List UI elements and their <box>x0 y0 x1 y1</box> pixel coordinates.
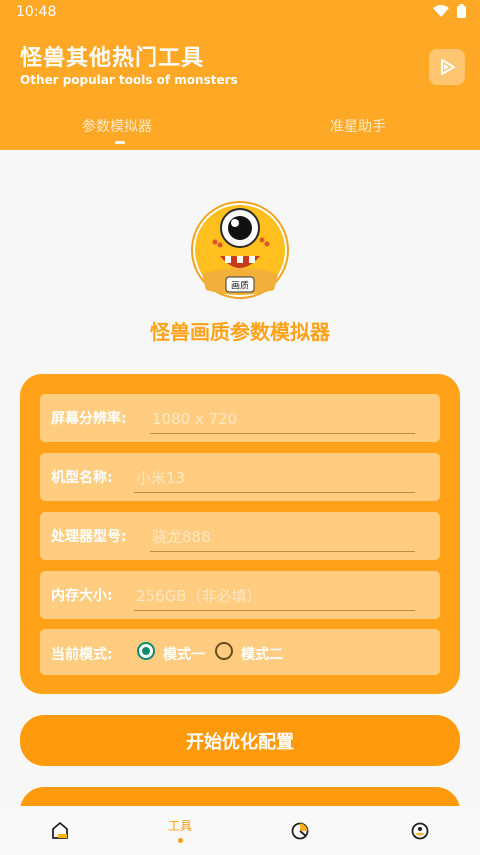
tab-crosshair-helper[interactable]: 准星助手 <box>330 116 386 136</box>
home-icon <box>52 821 68 839</box>
nav-item-profile[interactable] <box>360 806 480 855</box>
profile-icon <box>411 822 429 839</box>
mode-one-radio[interactable] <box>137 642 155 660</box>
processor-label: 处理器型号: <box>51 529 127 545</box>
resolution-label: 屏幕分辨率: <box>51 411 127 427</box>
model-label: 机型名称: <box>51 470 113 486</box>
logo-badge-text: 画质 <box>231 280 249 292</box>
tab-bar: 参数模拟器 准星助手 <box>0 110 480 150</box>
resolution-input[interactable] <box>150 404 415 434</box>
status-bar: 10:48 <box>0 0 480 26</box>
processor-input[interactable] <box>150 522 415 552</box>
mode-two-label[interactable]: 模式二 <box>241 644 283 664</box>
nav-item-stats[interactable] <box>240 806 360 855</box>
tab-indicator <box>115 141 125 144</box>
mode-one-label[interactable]: 模式一 <box>163 644 205 664</box>
resolution-field: 屏幕分辨率: <box>40 394 440 442</box>
settings-form-card: 屏幕分辨率: 机型名称: 处理器型号: 内存大小: 当前模式: 模式一 模式二 <box>20 374 460 694</box>
battery-icon <box>457 4 466 18</box>
wifi-icon <box>433 5 449 17</box>
nav-active-dot <box>177 837 183 843</box>
header: 10:48 怪兽其他热门工具 Other popular tools of mo… <box>0 0 480 150</box>
play-icon <box>441 59 455 75</box>
memory-field: 内存大小: <box>40 571 440 619</box>
status-icons <box>433 4 466 18</box>
mode-field: 当前模式: 模式一 模式二 <box>40 629 440 675</box>
bottom-nav: 工具 <box>0 806 480 855</box>
model-input[interactable] <box>134 463 415 493</box>
mode-two-radio[interactable] <box>215 642 233 660</box>
play-button[interactable] <box>429 49 465 85</box>
nav-item-home[interactable] <box>0 806 120 855</box>
nav-tools-label: 工具 <box>167 818 192 833</box>
model-field: 机型名称: <box>40 453 440 501</box>
nav-item-tools[interactable]: 工具 <box>120 806 240 855</box>
page-subtitle: Other popular tools of monsters <box>20 73 238 87</box>
app-logo: 画质 <box>190 200 290 300</box>
memory-label: 内存大小: <box>51 588 113 604</box>
start-optimize-button[interactable]: 开始优化配置 <box>20 715 460 766</box>
processor-field: 处理器型号: <box>40 512 440 560</box>
memory-input[interactable] <box>134 581 415 611</box>
status-time: 10:48 <box>16 4 57 20</box>
tab-parameter-simulator[interactable]: 参数模拟器 <box>82 116 152 136</box>
page-title: 怪兽其他热门工具 <box>20 46 205 71</box>
app-name: 怪兽画质参数模拟器 <box>150 320 330 344</box>
chart-icon <box>291 822 309 839</box>
mode-label: 当前模式: <box>51 647 113 663</box>
